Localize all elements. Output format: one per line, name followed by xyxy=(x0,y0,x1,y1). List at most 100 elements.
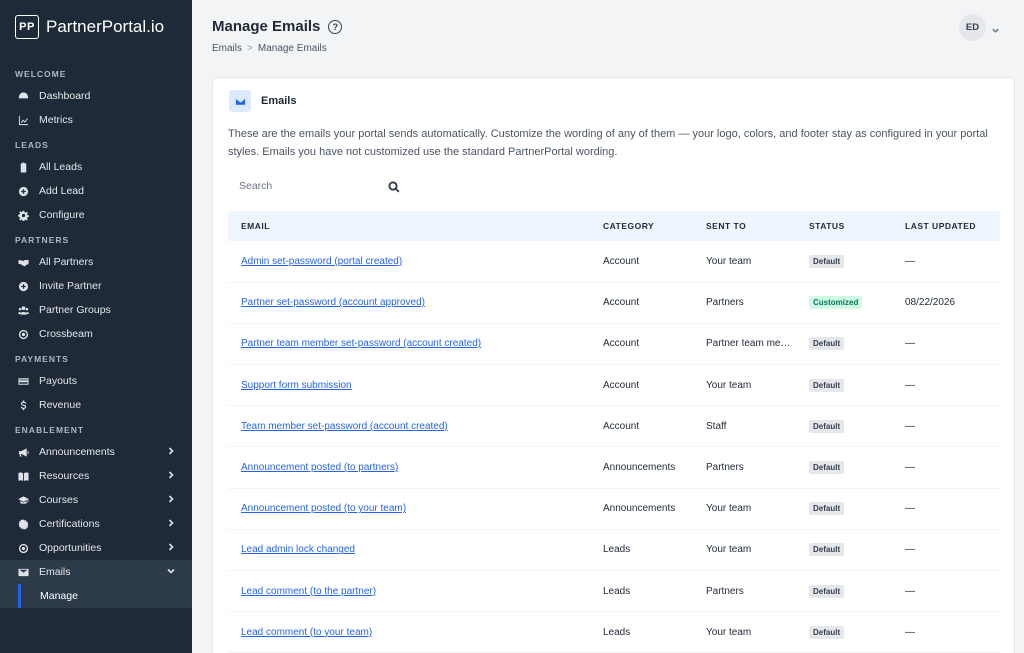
sidebar-item-add-lead[interactable]: Add Lead xyxy=(0,179,192,203)
help-icon[interactable]: ? xyxy=(328,19,343,34)
sidebar-subitem-manage[interactable]: Manage xyxy=(0,584,192,608)
sidebar-item-label: Opportunities xyxy=(39,542,102,554)
cell-sent-to: Staff xyxy=(693,405,796,448)
brand-name: PartnerPortal.io xyxy=(46,17,165,36)
section-label: PAYMENTS xyxy=(15,354,69,364)
email-link[interactable]: Lead comment (to the partner) xyxy=(241,586,376,597)
sidebar-item-revenue[interactable]: Revenue xyxy=(0,393,192,417)
gear-icon xyxy=(17,209,29,221)
cell-email: Lead admin lock changed xyxy=(228,529,590,572)
cell-status: Default xyxy=(796,529,892,572)
cell-category: Announcements xyxy=(590,446,693,489)
sidebar-item-certifications[interactable]: Certifications xyxy=(0,512,192,536)
avatar[interactable]: ED xyxy=(959,14,986,41)
chevron-right-icon xyxy=(166,446,176,458)
page-title: Manage Emails xyxy=(212,18,321,35)
cell-status: Default xyxy=(796,241,892,283)
column-sent-to: SENT TO xyxy=(706,221,747,231)
cell-category: Leads xyxy=(590,611,693,653)
email-link[interactable]: Team member set-password (account create… xyxy=(241,421,448,432)
envelope-icon xyxy=(229,90,251,112)
sidebar-item-label: Resources xyxy=(39,470,90,482)
cell-status: Default xyxy=(796,323,892,366)
cell-status: Default xyxy=(796,405,892,448)
section-label: PARTNERS xyxy=(15,235,70,245)
sidebar-item-resources[interactable]: Resources xyxy=(0,464,192,488)
table-row: Announcement posted (to your team) Annou… xyxy=(228,488,1000,530)
table-row: Announcement posted (to partners) Announ… xyxy=(228,446,1000,489)
cell-sent-to: Your team xyxy=(693,488,796,530)
sidebar-item-all-partners[interactable]: All Partners xyxy=(0,250,192,274)
sidebar-item-label: Certifications xyxy=(39,518,100,530)
email-link[interactable]: Lead comment (to your team) xyxy=(241,627,372,638)
email-link[interactable]: Partner team member set-password (accoun… xyxy=(241,338,481,349)
brand-logo: PP xyxy=(15,15,39,39)
cell-status: Default xyxy=(796,570,892,613)
search-icon[interactable] xyxy=(388,180,400,193)
plus-circle-icon xyxy=(17,185,29,197)
cell-category: Announcements xyxy=(590,488,693,530)
cell-sent-to: Partner team me… xyxy=(693,323,796,366)
sidebar-item-payouts[interactable]: Payouts xyxy=(0,369,192,393)
sidebar-item-dashboard[interactable]: Dashboard xyxy=(0,84,192,108)
email-link[interactable]: Announcement posted (to partners) xyxy=(241,462,398,473)
email-link[interactable]: Admin set-password (portal created) xyxy=(241,256,402,267)
sidebar-item-invite-partner[interactable]: Invite Partner xyxy=(0,274,192,298)
page-title-wrap: Manage Emails ? xyxy=(212,18,343,35)
sidebar-item-opportunities[interactable]: Opportunities xyxy=(0,536,192,560)
cell-email: Support form submission xyxy=(228,364,590,407)
sidebar-item-configure[interactable]: Configure xyxy=(0,203,192,227)
cell-status: Default xyxy=(796,488,892,530)
breadcrumb-separator: > xyxy=(247,43,253,54)
email-link[interactable]: Announcement posted (to your team) xyxy=(241,503,406,514)
cell-last-updated: — xyxy=(892,570,1000,613)
credit-card-icon xyxy=(17,375,29,387)
sidebar-nav: WELCOME Dashboard Metrics LEADS All Lead… xyxy=(0,67,192,608)
table-row: Lead admin lock changed Leads Your team … xyxy=(228,529,1000,572)
table-row: Team member set-password (account create… xyxy=(228,405,1000,448)
sidebar-item-metrics[interactable]: Metrics xyxy=(0,108,192,132)
chevron-down-icon xyxy=(166,566,176,578)
envelope-icon xyxy=(17,566,29,578)
sidebar-item-partner-groups[interactable]: Partner Groups xyxy=(0,298,192,322)
sidebar-item-crossbeam[interactable]: Crossbeam xyxy=(0,322,192,346)
cell-last-updated: — xyxy=(892,529,1000,572)
table-header-row: EMAIL CATEGORY SENT TO STATUS LAST UPDAT… xyxy=(228,211,1000,241)
table-row: Lead comment (to your team) Leads Your t… xyxy=(228,611,1000,653)
cell-last-updated: — xyxy=(892,364,1000,407)
sidebar-item-label: Announcements xyxy=(39,446,115,458)
sidebar-item-announcements[interactable]: Announcements xyxy=(0,440,192,464)
table-row: Partner team member set-password (accoun… xyxy=(228,323,1000,366)
cell-sent-to: Partners xyxy=(693,446,796,489)
chart-line-icon xyxy=(17,114,29,126)
cell-email: Partner team member set-password (accoun… xyxy=(228,323,590,366)
cell-status: Default xyxy=(796,611,892,653)
email-link[interactable]: Support form submission xyxy=(241,380,352,391)
email-link[interactable]: Partner set-password (account approved) xyxy=(241,297,425,308)
chevron-down-icon[interactable] xyxy=(991,22,1001,33)
sidebar-item-emails[interactable]: Emails xyxy=(0,560,192,584)
breadcrumb-emails[interactable]: Emails xyxy=(212,43,242,54)
column-last-updated: LAST UPDATED xyxy=(905,221,977,231)
email-link[interactable]: Lead admin lock changed xyxy=(241,544,355,555)
sidebar-item-all-leads[interactable]: All Leads xyxy=(0,155,192,179)
table-row: Lead comment (to the partner) Leads Part… xyxy=(228,570,1000,613)
chevron-right-icon xyxy=(166,542,176,554)
status-badge: Default xyxy=(809,461,845,475)
sidebar: PP PartnerPortal.io WELCOME Dashboard Me… xyxy=(0,0,192,653)
brand[interactable]: PP PartnerPortal.io xyxy=(0,0,192,54)
sidebar-item-label: Revenue xyxy=(39,399,82,411)
cell-email: Announcement posted (to your team) xyxy=(228,488,590,530)
sidebar-item-label: Metrics xyxy=(39,114,73,126)
sidebar-item-courses[interactable]: Courses xyxy=(0,488,192,512)
table-row: Support form submission Account Your tea… xyxy=(228,364,1000,407)
cell-category: Leads xyxy=(590,570,693,613)
emails-table: EMAIL CATEGORY SENT TO STATUS LAST UPDAT… xyxy=(228,211,1000,653)
column-category: CATEGORY xyxy=(603,221,655,231)
search-input[interactable] xyxy=(229,180,379,192)
sidebar-item-label: Invite Partner xyxy=(39,280,102,292)
breadcrumb-manage-emails: Manage Emails xyxy=(257,43,327,54)
sidebar-item-label: Payouts xyxy=(39,375,77,387)
status-badge: Default xyxy=(809,254,845,268)
dashboard-icon xyxy=(17,90,29,102)
